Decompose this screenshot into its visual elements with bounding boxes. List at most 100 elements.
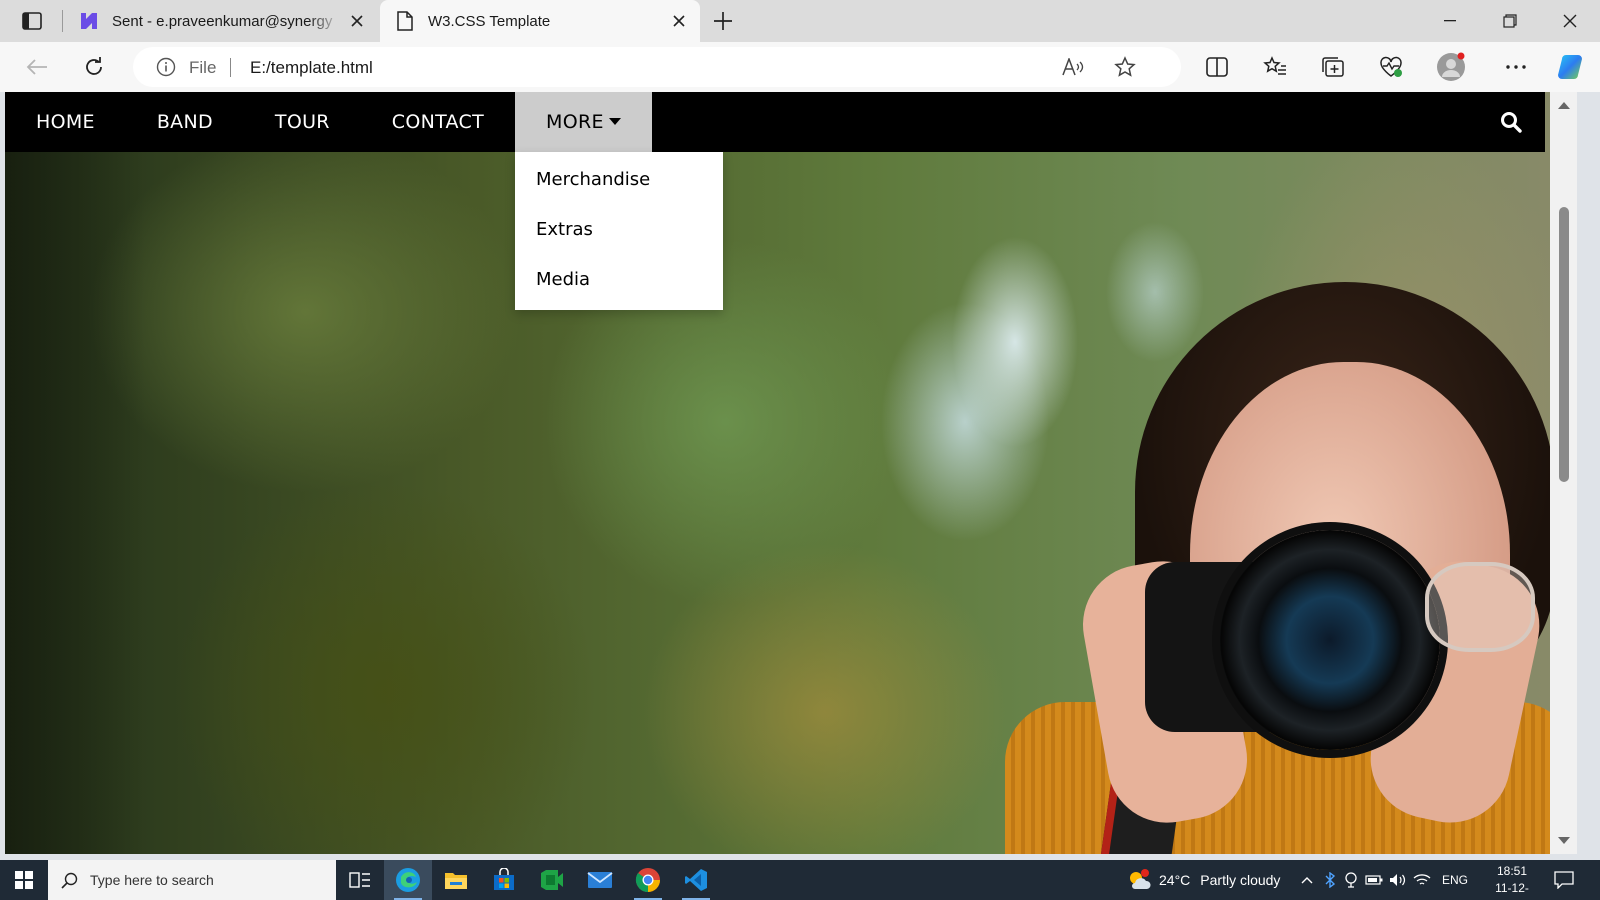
heart-pulse-icon [1380,56,1402,77]
partly-cloudy-icon [1130,869,1151,889]
weather-widget[interactable]: 24°C Partly cloudy [1127,860,1280,900]
collections-button[interactable] [1316,50,1350,84]
mail-app-icon [78,10,100,32]
meet-now-icon[interactable] [1342,870,1360,890]
search-placeholder: Type here to search [90,872,214,888]
tab-sent-mail[interactable]: Sent - e.praveenkumar@synergy [64,0,378,42]
plus-icon [714,12,732,30]
url-text[interactable]: E:/template.html [250,58,373,78]
refresh-button[interactable] [77,50,111,84]
dropdown-item-merchandise[interactable]: Merchandise [515,156,723,206]
tab-title: Sent - e.praveenkumar@synergy [112,12,333,30]
notification-center-button[interactable] [1552,868,1576,892]
favorite-star-icon[interactable] [1113,55,1137,79]
read-aloud-icon[interactable] [1061,55,1085,79]
minimize-button[interactable] [1420,0,1480,42]
language-label: ENG [1441,873,1468,887]
tab-title: W3.CSS Template [428,12,551,30]
close-tab-icon[interactable] [342,6,372,36]
scheme-label: File [189,58,217,77]
bluetooth-icon[interactable] [1322,870,1338,890]
copilot-button[interactable] [1554,50,1588,84]
settings-menu-button[interactable] [1499,50,1533,84]
site-navbar: HOME BAND TOUR CONTACT MORE [5,92,1545,152]
taskbar-chrome[interactable] [624,860,672,900]
taskbar-microsoft-store[interactable] [480,860,528,900]
hero-image [5,92,1577,854]
close-icon [1563,14,1577,28]
favorites-list-icon [1263,56,1286,75]
file-page-icon [394,10,416,32]
address-divider [230,58,231,77]
favorites-button[interactable] [1258,50,1292,84]
copilot-icon [1558,55,1582,79]
clock-time: 18:51 [1496,864,1528,878]
volume-icon[interactable] [1388,870,1408,890]
new-tab-button[interactable] [708,6,738,36]
split-screen-button[interactable] [1200,50,1234,84]
taskbar-google-meet[interactable] [528,860,576,900]
windows-logo-icon [15,871,33,889]
photographer-illustration [1005,282,1577,854]
split-screen-icon [1206,57,1228,77]
show-hidden-icons-button[interactable] [1298,870,1316,890]
nav-home-link[interactable]: HOME [5,92,126,152]
nav-contact-link[interactable]: CONTACT [361,92,515,152]
clock-date: 11-12-2023 [1495,881,1529,900]
nav-band-link[interactable]: BAND [126,92,244,152]
chrome-icon [635,868,660,892]
tab-actions-button[interactable] [12,9,52,33]
windows-taskbar: Type here to search 24°C Partly cloudy E… [0,860,1600,900]
wifi-icon[interactable] [1412,870,1432,890]
tab-separator [62,10,63,32]
restore-button[interactable] [1480,0,1540,42]
file-explorer-icon [445,873,467,889]
more-dots-icon [1506,65,1526,69]
address-bar[interactable]: File E:/template.html [133,47,1181,87]
back-arrow-icon [26,59,47,75]
browser-tab-strip: Sent - e.praveenkumar@synergy W3.CSS Tem… [0,0,1600,42]
taskbar-mail[interactable] [576,860,624,900]
taskbar-file-explorer[interactable] [432,860,480,900]
battery-icon[interactable] [1364,870,1384,890]
nav-tour-link[interactable]: TOUR [244,92,361,152]
taskbar-vscode[interactable] [672,860,720,900]
vscode-icon [685,869,707,891]
back-button[interactable] [20,50,54,84]
scroll-down-arrow-icon[interactable] [1558,837,1570,844]
more-dropdown-menu: Merchandise Extras Media [515,152,723,310]
collections-icon [1322,57,1344,77]
page-viewport: HOME BAND TOUR CONTACT MORE Merchandise … [5,92,1577,854]
task-view-button[interactable] [336,860,384,900]
glasses-shape [1425,562,1535,652]
dropdown-item-media[interactable]: Media [515,256,723,306]
scrollbar-thumb[interactable] [1559,207,1569,482]
dropdown-item-extras[interactable]: Extras [515,206,723,256]
start-button[interactable] [0,860,48,900]
search-icon [60,870,80,890]
site-info-icon[interactable] [155,56,177,78]
chevron-up-icon [1301,877,1313,884]
scroll-up-arrow-icon[interactable] [1558,102,1570,109]
edge-icon [396,868,420,892]
close-window-button[interactable] [1540,0,1600,42]
tab-w3css-template[interactable]: W3.CSS Template [380,0,700,42]
mail-icon [587,872,613,888]
task-view-icon [349,872,370,888]
nav-more-dropdown-button[interactable]: MORE [515,92,652,152]
weather-condition: Partly cloudy [1200,872,1281,888]
tab-actions-icon [22,12,42,30]
notification-icon [1554,871,1574,889]
taskbar-search-box[interactable]: Type here to search [48,860,336,900]
taskbar-edge[interactable] [384,860,432,900]
browser-essentials-button[interactable] [1374,50,1408,84]
refresh-icon [86,57,102,75]
minimize-icon [1444,20,1456,22]
caret-down-icon [608,117,621,125]
close-tab-icon[interactable] [664,6,694,36]
system-clock[interactable]: 18:51 11-12-2023 [1482,863,1542,900]
nav-search-button[interactable] [1499,110,1523,134]
profile-button[interactable] [1434,50,1468,84]
vertical-scrollbar[interactable] [1550,92,1577,854]
input-language-indicator[interactable]: ENG [1438,870,1472,890]
